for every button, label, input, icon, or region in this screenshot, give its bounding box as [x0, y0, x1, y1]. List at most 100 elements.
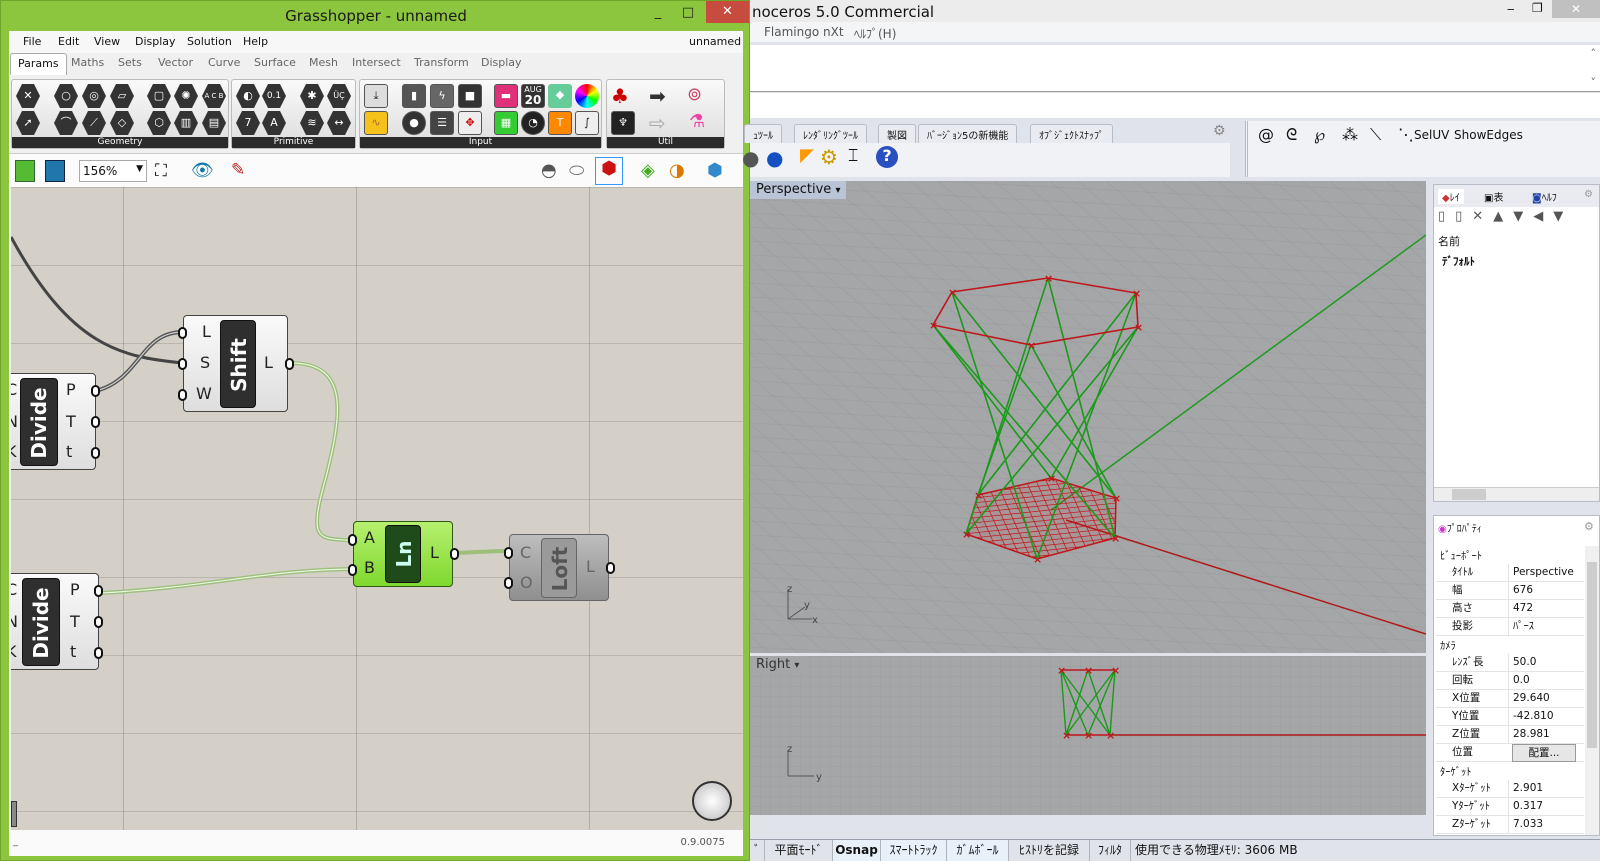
box-param-icon[interactable]: ▢	[147, 84, 171, 108]
input-grip[interactable]	[178, 389, 187, 401]
showedges-button[interactable]: ShowEdges	[1454, 128, 1523, 142]
clock-icon[interactable]: ◔	[521, 111, 545, 135]
freeform-curve-icon[interactable]: ℘	[1314, 125, 1325, 144]
menu-flamingo[interactable]: Flamingo nXt	[764, 25, 844, 39]
tab-surface[interactable]: Surface	[254, 56, 296, 69]
tab-help[interactable]: ◙ﾍﾙﾌ	[1532, 189, 1557, 204]
input-o[interactable]: O	[520, 573, 533, 592]
command-input[interactable]	[750, 93, 1600, 118]
record-history-toggle[interactable]: ﾋｽﾄﾘを記録	[1009, 840, 1090, 861]
menu-solution[interactable]: Solution	[187, 35, 232, 48]
status-pane[interactable]: ﾞ	[750, 840, 765, 861]
output-t[interactable]: T	[66, 412, 76, 431]
property-value[interactable]: 29.640	[1508, 690, 1550, 708]
arrow-right-icon[interactable]: ➡	[649, 84, 666, 108]
close-button[interactable]: ✕	[706, 1, 749, 23]
field-param-icon[interactable]: ≋	[300, 111, 324, 135]
output-grip[interactable]	[94, 585, 103, 597]
dimension-icon[interactable]: ⌶	[848, 146, 858, 166]
value-list-icon[interactable]: ☰	[430, 111, 454, 135]
tab-vector[interactable]: Vector	[158, 56, 193, 69]
grasshopper-canvas[interactable]: Divide C N K P T t Shift L S W L Divide …	[11, 187, 743, 830]
shaded-preview-icon[interactable]: ⬢	[595, 157, 623, 185]
close-button[interactable]: ✕	[1552, 0, 1600, 18]
dashed-line-icon[interactable]: ⋱	[1398, 125, 1414, 144]
button-icon[interactable]: ϟ	[430, 84, 454, 108]
preview-off-icon[interactable]: ◓	[541, 160, 557, 181]
tab-maths[interactable]: Maths	[71, 56, 104, 69]
property-value[interactable]: -42.810	[1508, 708, 1554, 726]
flask-icon[interactable]: ⚗	[689, 111, 705, 132]
tab-curve[interactable]: Curve	[208, 56, 240, 69]
line-segment-icon[interactable]: ⟍	[1370, 125, 1381, 145]
input-b[interactable]: B	[364, 558, 375, 577]
line-param-icon[interactable]: ⟋	[82, 111, 106, 135]
output-t[interactable]: T	[70, 612, 80, 631]
arc-param-icon[interactable]: ⌒	[54, 111, 78, 135]
render-sphere-icon[interactable]: ●	[742, 146, 759, 170]
wireframe-preview-icon[interactable]: ⬭	[569, 160, 584, 181]
tab-transform[interactable]: Transform	[414, 56, 469, 69]
material-icon[interactable]: ◑	[669, 160, 685, 181]
property-value[interactable]: 50.0	[1508, 654, 1536, 672]
smarttrack-toggle[interactable]: ｽﾏｰﾄﾄﾗｯｸ	[881, 840, 947, 861]
property-value[interactable]: 0.317	[1508, 798, 1543, 816]
filter-button[interactable]: ﾌｨﾙﾀ	[1090, 840, 1131, 861]
domain-param-icon[interactable]: ↔	[327, 111, 351, 135]
colour-swatch-icon[interactable]: ◆	[548, 84, 572, 108]
output-t-param[interactable]: t	[70, 642, 76, 661]
input-w[interactable]: W	[196, 384, 212, 403]
tab-intersect[interactable]: Intersect	[352, 56, 401, 69]
bezier-graph-icon[interactable]: ∫	[575, 111, 599, 135]
restore-button[interactable]: ❐	[1532, 1, 1543, 15]
output-l[interactable]: L	[430, 543, 439, 562]
line-component[interactable]: Ln A B L	[348, 521, 459, 587]
tab-tools[interactable]: ｭﾂｰﾙ	[744, 124, 782, 143]
surface-param-icon[interactable]: ▥	[174, 111, 198, 135]
output-l[interactable]: L	[586, 557, 595, 576]
output-grip[interactable]	[606, 562, 615, 574]
image-sampler-icon[interactable]: ▦	[494, 111, 518, 135]
text-param-icon[interactable]: A	[262, 111, 286, 135]
output-p[interactable]: P	[66, 380, 76, 399]
right-viewport[interactable]: × × × × × × z y Right ▾	[750, 656, 1426, 815]
scroll-down-icon[interactable]: ˅	[1591, 76, 1597, 89]
material-sphere-icon[interactable]: ●	[766, 146, 783, 170]
tab-sets[interactable]: Sets	[118, 56, 142, 69]
input-grip[interactable]	[178, 358, 187, 370]
scroll-up-icon[interactable]: ˄	[1591, 47, 1597, 60]
cherry-picker-icon[interactable]: ♣	[611, 84, 629, 108]
colour-wheel-icon[interactable]	[575, 84, 599, 108]
capsule-icon[interactable]: ⊚	[687, 84, 702, 105]
tab-mesh[interactable]: Mesh	[309, 56, 338, 69]
input-grip[interactable]	[348, 564, 357, 576]
preview-selected-icon[interactable]: ◈	[641, 160, 655, 181]
property-value[interactable]: 配置...	[1512, 744, 1576, 762]
number-param-icon[interactable]: 0.1	[262, 84, 286, 108]
tab-layers[interactable]: ◆ﾚｲ	[1438, 189, 1464, 204]
vertical-scrollbar[interactable]	[1585, 546, 1599, 835]
text-param-icon[interactable]: A C B	[202, 84, 226, 108]
gear-icon[interactable]: ⚙	[1584, 520, 1594, 533]
gumball-toggle[interactable]: ｶﾞﾑﾎﾞｰﾙ	[947, 840, 1009, 861]
property-value[interactable]: 472	[1508, 600, 1533, 618]
input-c[interactable]: C	[11, 580, 17, 599]
tab-properties[interactable]: ◉ﾌﾟﾛﾊﾟﾃｨ	[1438, 520, 1482, 535]
options-gear-icon[interactable]: ⚙	[820, 145, 838, 169]
open-file-icon[interactable]	[15, 160, 35, 182]
curve-param-icon[interactable]: ◎	[82, 84, 106, 108]
panel-icon[interactable]: ■	[458, 84, 482, 108]
tab-new-in-v5[interactable]: ﾊﾞｰｼﾞｮﾝ5の新機能	[918, 124, 1018, 143]
input-n[interactable]: N	[11, 612, 18, 631]
help-icon[interactable]: ?	[876, 146, 898, 168]
plane-param-icon[interactable]: ▱	[110, 84, 134, 108]
shader-param-icon[interactable]: ✱	[300, 84, 324, 108]
tab-display[interactable]: Display	[481, 56, 522, 69]
menu-file[interactable]: File	[23, 35, 41, 48]
minimize-button[interactable]: ‒	[1507, 2, 1515, 16]
osnap-toggle[interactable]: Osnap	[833, 840, 881, 861]
calendar-icon[interactable]: AUG 20	[521, 84, 545, 108]
viewport-title[interactable]: Right ▾	[750, 656, 806, 674]
control-knob-icon[interactable]: ●	[402, 111, 426, 135]
input-a[interactable]: A	[364, 528, 375, 547]
